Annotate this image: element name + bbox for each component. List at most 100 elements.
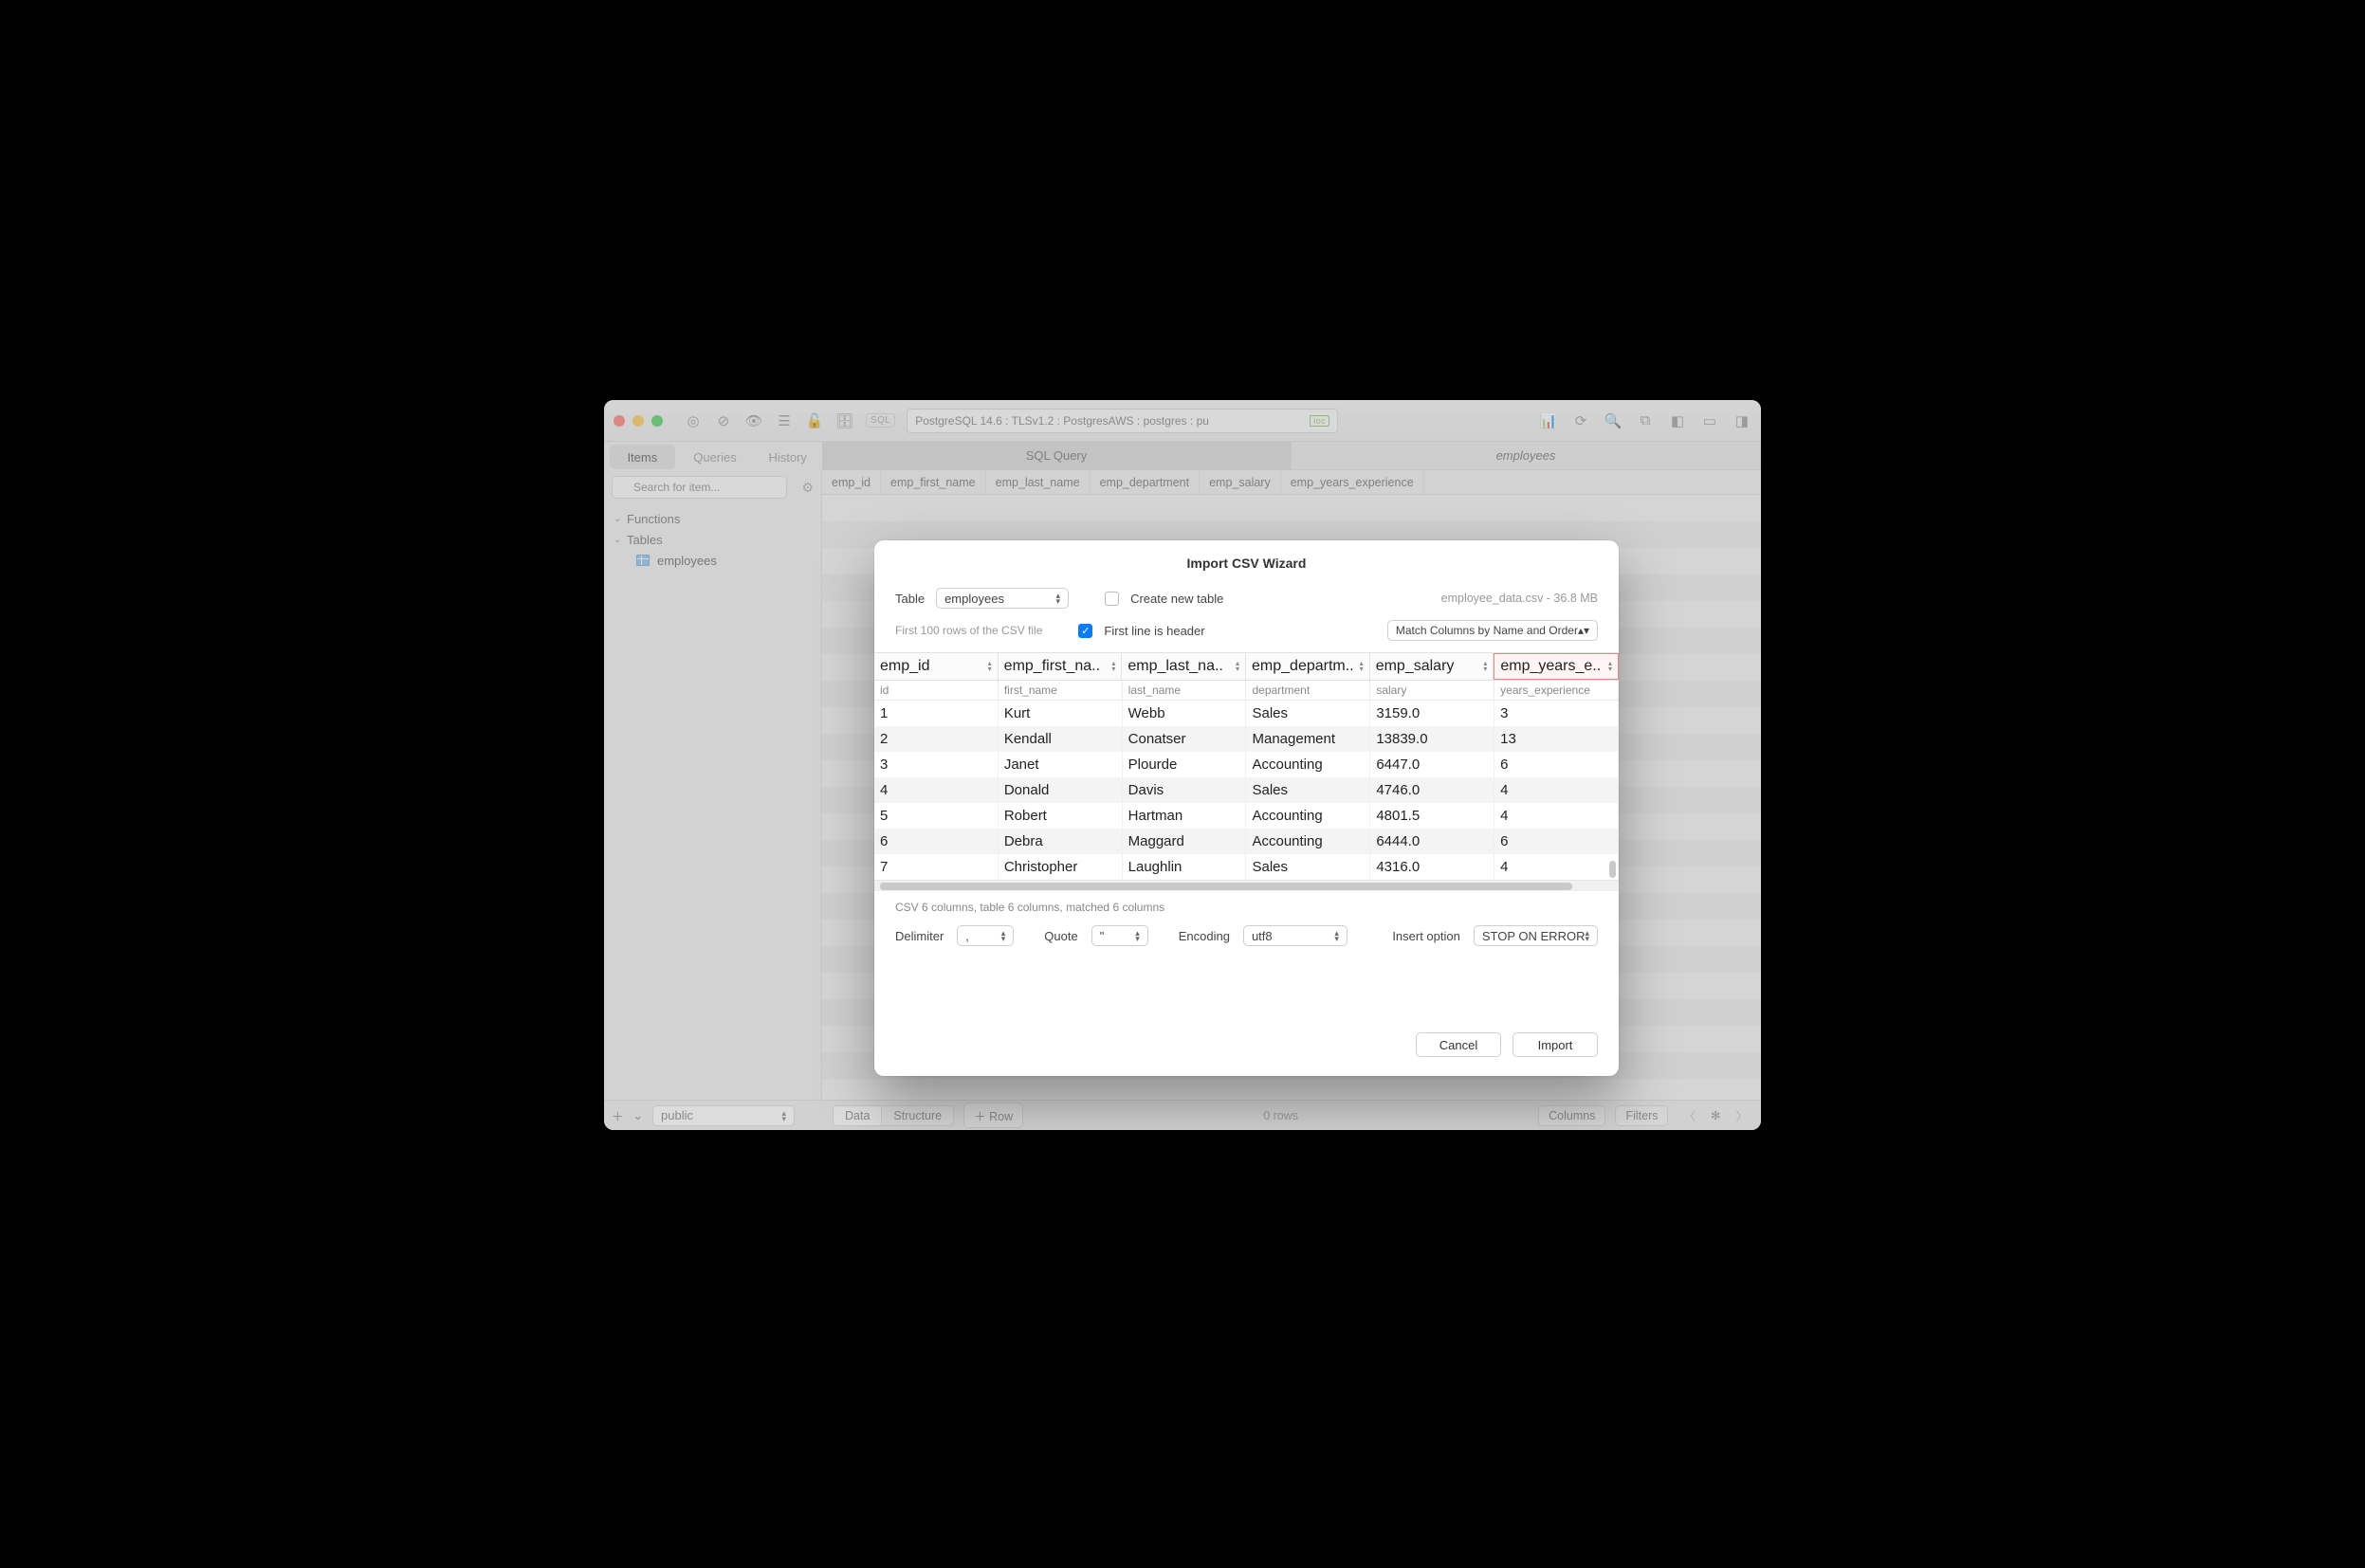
preview-cell: 6444.0	[1370, 829, 1494, 854]
preview-cell: Plourde	[1123, 752, 1247, 777]
table-label: Table	[895, 592, 925, 606]
add-button[interactable]: ＋	[612, 1106, 624, 1124]
sidebar-tab-queries[interactable]: Queries	[683, 445, 748, 469]
target-column-select[interactable]: emp_salary▴▾	[1370, 653, 1494, 680]
preview-cell: 6	[1494, 752, 1619, 777]
preview-cell: Hartman	[1123, 803, 1247, 829]
view-data-button[interactable]: Data	[834, 1106, 882, 1125]
search-icon[interactable]: 🔍	[1604, 411, 1622, 430]
updown-icon: ▴▾	[1334, 930, 1339, 941]
target-column-select[interactable]: emp_first_na..▴▾	[999, 653, 1123, 680]
preview-cell: Laughlin	[1123, 854, 1247, 880]
import-csv-wizard: Import CSV Wizard Table employees ▴▾ Cre…	[874, 540, 1619, 1076]
panel-right-icon[interactable]: ◨	[1732, 411, 1751, 430]
row-count: 0 rows	[1033, 1109, 1529, 1122]
column-header[interactable]: emp_salary	[1200, 470, 1281, 494]
view-structure-button[interactable]: Structure	[882, 1106, 953, 1125]
preview-row: 5RobertHartmanAccounting4801.54	[874, 803, 1619, 829]
lock-icon[interactable]: 🔓	[805, 411, 824, 430]
target-column-select[interactable]: emp_departm..▴▾	[1246, 653, 1370, 680]
encoding-select[interactable]: utf8 ▴▾	[1243, 925, 1348, 946]
sidebar-tab-items[interactable]: Items	[610, 445, 675, 469]
search-input[interactable]	[612, 476, 787, 499]
preview-cell: Webb	[1123, 701, 1247, 726]
source-column-label: first_name	[999, 681, 1123, 700]
panel-left-icon[interactable]: ⧉	[1636, 411, 1655, 430]
panel-split-icon[interactable]: ◧	[1668, 411, 1687, 430]
target-column-select[interactable]: emp_years_e..▴▾	[1494, 653, 1619, 680]
tree-table-employees[interactable]: employees	[610, 550, 816, 571]
zoom-window-button[interactable]	[651, 415, 663, 427]
add-menu-chevron[interactable]: ⌄	[633, 1108, 643, 1122]
preview-cell: Debra	[999, 829, 1123, 854]
table-select[interactable]: employees ▴▾	[936, 588, 1069, 609]
tab-sql-query[interactable]: SQL Query	[822, 442, 1292, 470]
next-page-button[interactable]: 〉	[1730, 1106, 1753, 1124]
updown-icon: ▴▾	[1585, 930, 1589, 941]
source-column-label: salary	[1370, 681, 1494, 700]
target-column-select[interactable]: emp_last_na..▴▾	[1122, 653, 1246, 680]
panel-bottom-icon[interactable]: ▭	[1700, 411, 1719, 430]
column-header[interactable]: emp_id	[822, 470, 881, 494]
preview-cell: Accounting	[1246, 803, 1370, 829]
sql-badge[interactable]: SQL	[866, 413, 895, 428]
preview-cell: Maggard	[1123, 829, 1247, 854]
modal-title: Import CSV Wizard	[874, 540, 1619, 582]
mapping-summary: CSV 6 columns, table 6 columns, matched …	[874, 891, 1619, 916]
columns-button[interactable]: Columns	[1538, 1105, 1605, 1126]
tabstrip: Items Queries History SQL Query employee…	[604, 442, 1761, 470]
insert-option-select[interactable]: STOP ON ERROR ▴▾	[1474, 925, 1598, 946]
connection-bar[interactable]: PostgreSQL 14.6 : TLSv1.2 : PostgresAWS …	[907, 409, 1338, 433]
preview-cell: Management	[1246, 726, 1370, 752]
match-columns-select[interactable]: Match Columns by Name and Order ▴▾	[1387, 620, 1598, 641]
schema-select[interactable]: public ▴▾	[652, 1105, 795, 1126]
filters-button[interactable]: Filters	[1615, 1105, 1668, 1126]
close-window-button[interactable]	[614, 415, 625, 427]
preview-row: 4DonaldDavisSales4746.04	[874, 777, 1619, 803]
connect-icon[interactable]: ◎	[684, 411, 703, 430]
prev-page-button[interactable]: 〈	[1678, 1106, 1701, 1124]
database-icon[interactable]: 🗄	[835, 411, 854, 430]
chevron-down-icon: ⌄	[614, 514, 623, 524]
create-new-table-checkbox[interactable]	[1105, 592, 1119, 606]
minimize-window-button[interactable]	[632, 415, 644, 427]
sidebar-tab-history[interactable]: History	[755, 445, 820, 469]
quote-label: Quote	[1044, 929, 1077, 943]
updown-icon: ▴▾	[1578, 624, 1589, 637]
preview-cell: Donald	[999, 777, 1123, 803]
tree-tables[interactable]: ⌄ Tables	[610, 529, 816, 550]
stack-icon[interactable]: ☰	[775, 411, 794, 430]
vertical-scrollbar[interactable]	[1609, 861, 1616, 878]
page-settings-icon[interactable]: ✻	[1711, 1108, 1720, 1122]
updown-icon: ▴▾	[1135, 930, 1140, 941]
tab-employees[interactable]: employees	[1292, 442, 1761, 470]
target-column-select[interactable]: emp_id▴▾	[874, 653, 999, 680]
refresh-icon[interactable]: ⟳	[1571, 411, 1590, 430]
preview-cell: 3	[874, 752, 999, 777]
disconnect-icon[interactable]: ⊘	[714, 411, 733, 430]
preview-cell: Davis	[1123, 777, 1247, 803]
chart-icon[interactable]: 📊	[1539, 411, 1558, 430]
preview-cell: Sales	[1246, 777, 1370, 803]
preview-cell: Conatser	[1123, 726, 1247, 752]
eye-icon[interactable]: 👁	[744, 411, 763, 430]
preview-cell: Christopher	[999, 854, 1123, 880]
preview-cell: 4	[1494, 777, 1619, 803]
horizontal-scrollbar[interactable]	[874, 880, 1619, 891]
toolbar: ◎ ⊘ 👁 ☰ 🔓 🗄 SQL PostgreSQL 14.6 : TLSv1.…	[604, 400, 1761, 442]
first-line-header-checkbox[interactable]: ✓	[1078, 624, 1092, 638]
tree-functions[interactable]: ⌄ Functions	[610, 508, 816, 529]
column-header[interactable]: emp_last_name	[986, 470, 1091, 494]
source-column-label: years_experience	[1494, 681, 1619, 700]
column-header[interactable]: emp_first_name	[881, 470, 986, 494]
source-column-label: last_name	[1123, 681, 1247, 700]
chevron-down-icon: ⌄	[614, 535, 623, 545]
cancel-button[interactable]: Cancel	[1416, 1032, 1501, 1057]
column-header[interactable]: emp_years_experience	[1281, 470, 1424, 494]
column-header[interactable]: emp_department	[1091, 470, 1201, 494]
add-row-button[interactable]: ＋ Row	[963, 1103, 1023, 1128]
search-settings-icon[interactable]: ⚙	[801, 480, 814, 496]
import-button[interactable]: Import	[1512, 1032, 1598, 1057]
delimiter-select[interactable]: , ▴▾	[957, 925, 1014, 946]
quote-select[interactable]: " ▴▾	[1091, 925, 1148, 946]
